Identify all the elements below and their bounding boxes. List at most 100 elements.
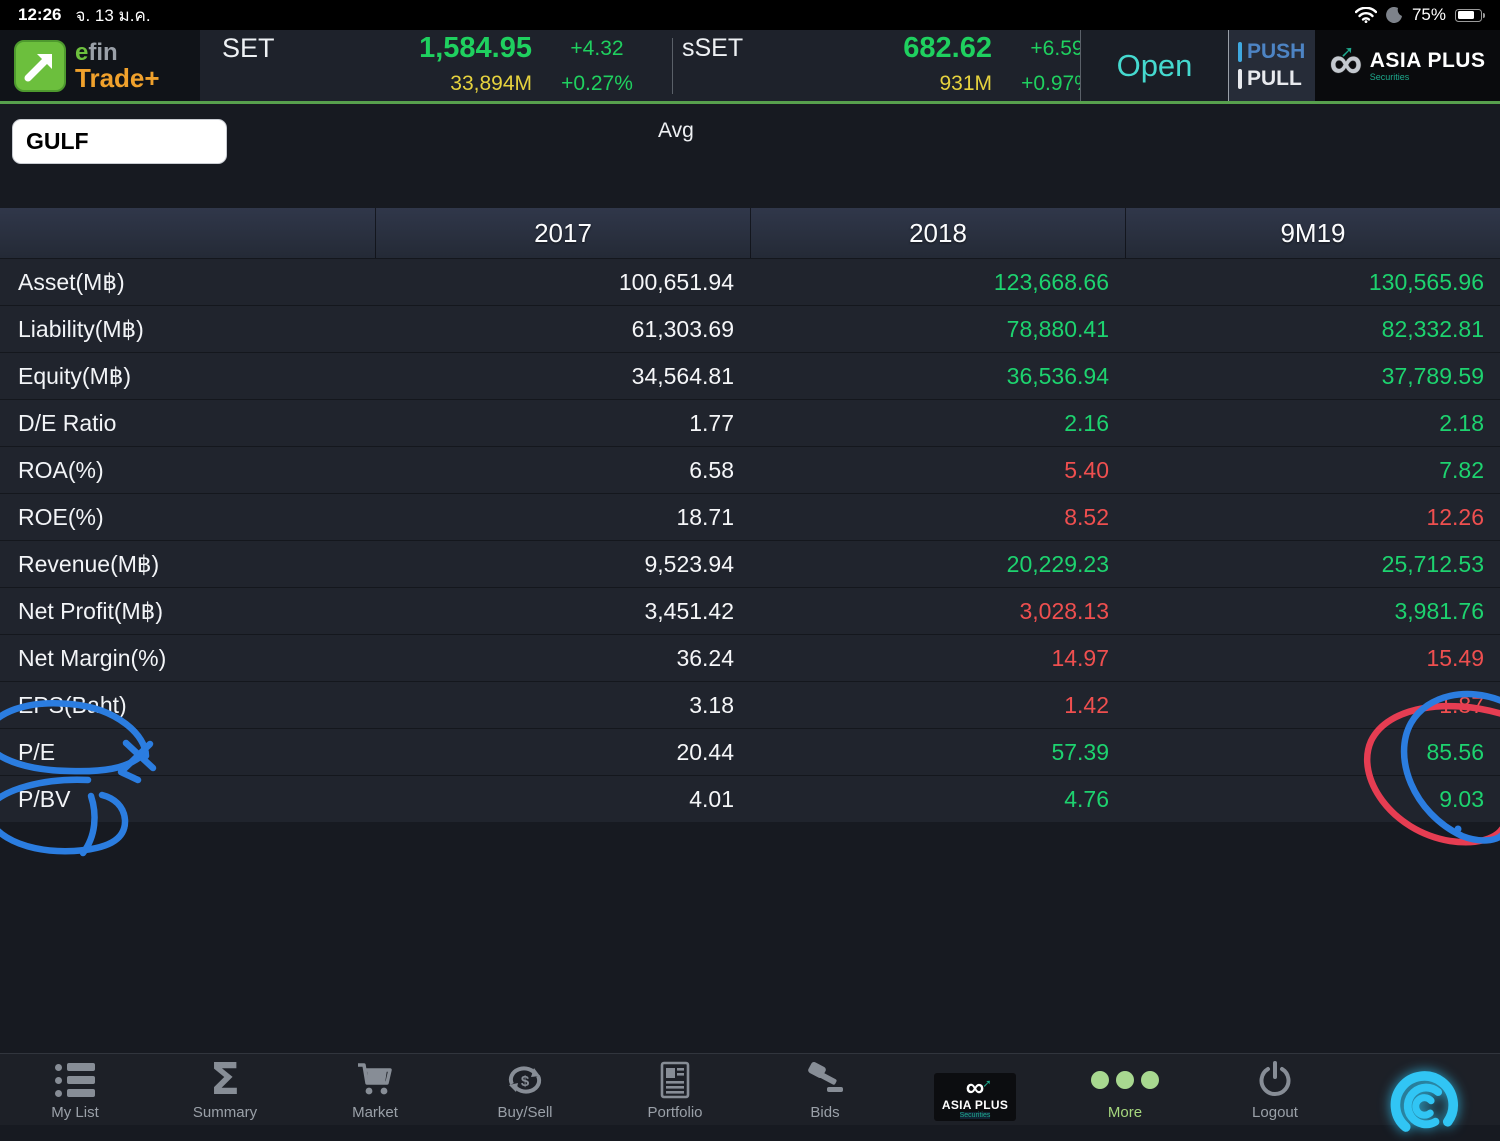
push-button[interactable]: PUSH (1238, 40, 1315, 64)
cell-2018: 36,536.94 (750, 363, 1125, 390)
status-bar: 12:26 จ. 13 ม.ค. 75% (0, 0, 1500, 30)
col-header-2018: 2018 (750, 208, 1125, 258)
cell-2017: 4.01 (375, 786, 750, 813)
cell-2017: 3.18 (375, 692, 750, 719)
table-body: Asset(M฿)100,651.94123,668.66130,565.96L… (0, 258, 1500, 822)
table-row: Liability(M฿)61,303.6978,880.4182,332.81 (0, 305, 1500, 352)
broker-name: ASIA PLUS (1370, 50, 1486, 71)
row-label: Asset(M฿) (0, 269, 375, 296)
col-header-blank (0, 208, 375, 258)
symbol-input[interactable] (12, 119, 227, 164)
pull-button[interactable]: PULL (1238, 67, 1315, 91)
table-row: Revenue(M฿)9,523.9420,229.2325,712.53 (0, 540, 1500, 587)
tab-summary[interactable]: Σ Summary (150, 1054, 300, 1125)
broker-logo: ∞ ➚ ASIA PLUS Securities (1315, 30, 1500, 101)
table-row: P/E20.4457.3985.56 (0, 728, 1500, 775)
cell-2018: 5.40 (750, 457, 1125, 484)
blue-dot (1455, 826, 1462, 833)
push-pull-toggle: PUSH PULL (1228, 30, 1315, 101)
svg-text:$: $ (521, 1073, 530, 1090)
cell-9m19: 85.56 (1125, 739, 1500, 766)
cell-9m19: 12.26 (1125, 504, 1500, 531)
tab-market[interactable]: Market (300, 1054, 450, 1125)
spiral-icon (1387, 1085, 1463, 1127)
more-dots-icon (1091, 1059, 1159, 1101)
cell-9m19: 15.49 (1125, 645, 1500, 672)
cell-9m19: 3,981.76 (1125, 598, 1500, 625)
list-icon (55, 1059, 95, 1101)
assistive-spiral-button[interactable] (1350, 1054, 1500, 1125)
asia-plus-logo-icon: ∞ ➚ ASIA PLUS Securities (934, 1073, 1016, 1121)
table-header-row: 2017 2018 9M19 (0, 208, 1500, 258)
cell-9m19: 9.03 (1125, 786, 1500, 813)
power-icon (1257, 1059, 1293, 1101)
broker-arrow-icon: ➚ (1340, 42, 1353, 62)
row-label: Revenue(M฿) (0, 551, 375, 578)
push-indicator-icon (1238, 42, 1242, 62)
cell-2017: 9,523.94 (375, 551, 750, 578)
cell-9m19: 82,332.81 (1125, 316, 1500, 343)
col-header-2017: 2017 (375, 208, 750, 258)
sset-value: 682.62 (777, 32, 992, 65)
divider (672, 38, 673, 94)
table-row: Equity(M฿)34,564.8136,536.9437,789.59 (0, 352, 1500, 399)
cell-2018: 20,229.23 (750, 551, 1125, 578)
tab-my-list[interactable]: My List (0, 1054, 150, 1125)
wifi-icon (1355, 7, 1377, 23)
battery-icon (1455, 9, 1482, 22)
financial-table: 2017 2018 9M19 Asset(M฿)100,651.94123,66… (0, 208, 1500, 822)
cell-9m19: 130,565.96 (1125, 269, 1500, 296)
table-row: Net Margin(%)36.2414.9715.49 (0, 634, 1500, 681)
sset-name: sSET (682, 34, 777, 63)
status-date: จ. 13 ม.ค. (75, 2, 150, 29)
row-label: Equity(M฿) (0, 363, 375, 390)
row-label: Net Profit(M฿) (0, 598, 375, 625)
row-label: D/E Ratio (0, 410, 375, 437)
app-header: efin Trade+ SET 1,584.95 +4.32 sSET 682.… (0, 30, 1500, 104)
cell-9m19: 1.87 (1125, 692, 1500, 719)
row-label: ROA(%) (0, 457, 375, 484)
battery-percent: 75% (1412, 5, 1446, 25)
set-change-pct: +0.27% (532, 72, 662, 96)
document-icon (659, 1059, 691, 1101)
row-label: P/BV (0, 786, 375, 813)
tab-buy-sell[interactable]: $ Buy/Sell (450, 1054, 600, 1125)
market-status: Open (1080, 30, 1228, 101)
tab-portfolio[interactable]: Portfolio (600, 1054, 750, 1125)
sigma-icon: Σ (210, 1059, 240, 1101)
row-label: EPS(Baht) (0, 692, 375, 719)
table-row: ROE(%)18.718.5212.26 (0, 493, 1500, 540)
tab-bids[interactable]: Bids (750, 1054, 900, 1125)
market-status-text: Open (1117, 48, 1193, 84)
cell-2017: 6.58 (375, 457, 750, 484)
table-row: P/BV4.014.769.03 (0, 775, 1500, 822)
set-name: SET (222, 33, 317, 64)
cell-2017: 20.44 (375, 739, 750, 766)
cell-2017: 3,451.42 (375, 598, 750, 625)
tab-logout[interactable]: Logout (1200, 1054, 1350, 1125)
cell-2018: 78,880.41 (750, 316, 1125, 343)
cell-2018: 1.42 (750, 692, 1125, 719)
row-label: ROE(%) (0, 504, 375, 531)
cell-2018: 2.16 (750, 410, 1125, 437)
tab-more[interactable]: More (1050, 1054, 1200, 1125)
row-label: P/E (0, 739, 375, 766)
col-header-9m19: 9M19 (1125, 208, 1500, 258)
bottom-tab-bar: My List Σ Summary Market $ Buy/Sell (0, 1053, 1500, 1125)
table-row: ROA(%)6.585.407.82 (0, 446, 1500, 493)
cell-9m19: 7.82 (1125, 457, 1500, 484)
tab-asia-plus[interactable]: ∞ ➚ ASIA PLUS Securities (900, 1054, 1050, 1125)
set-change: +4.32 (532, 37, 662, 61)
sset-volume: 931M (777, 72, 992, 96)
efin-logo-icon (14, 40, 66, 92)
moon-icon (1386, 7, 1403, 24)
table-row: Asset(M฿)100,651.94123,668.66130,565.96 (0, 258, 1500, 305)
row-label: Net Margin(%) (0, 645, 375, 672)
cell-2018: 57.39 (750, 739, 1125, 766)
cell-2018: 8.52 (750, 504, 1125, 531)
cell-2018: 4.76 (750, 786, 1125, 813)
table-row: Net Profit(M฿)3,451.423,028.133,981.76 (0, 587, 1500, 634)
buy-sell-icon: $ (504, 1059, 546, 1101)
table-row: EPS(Baht)3.181.421.87 (0, 681, 1500, 728)
cell-2018: 14.97 (750, 645, 1125, 672)
